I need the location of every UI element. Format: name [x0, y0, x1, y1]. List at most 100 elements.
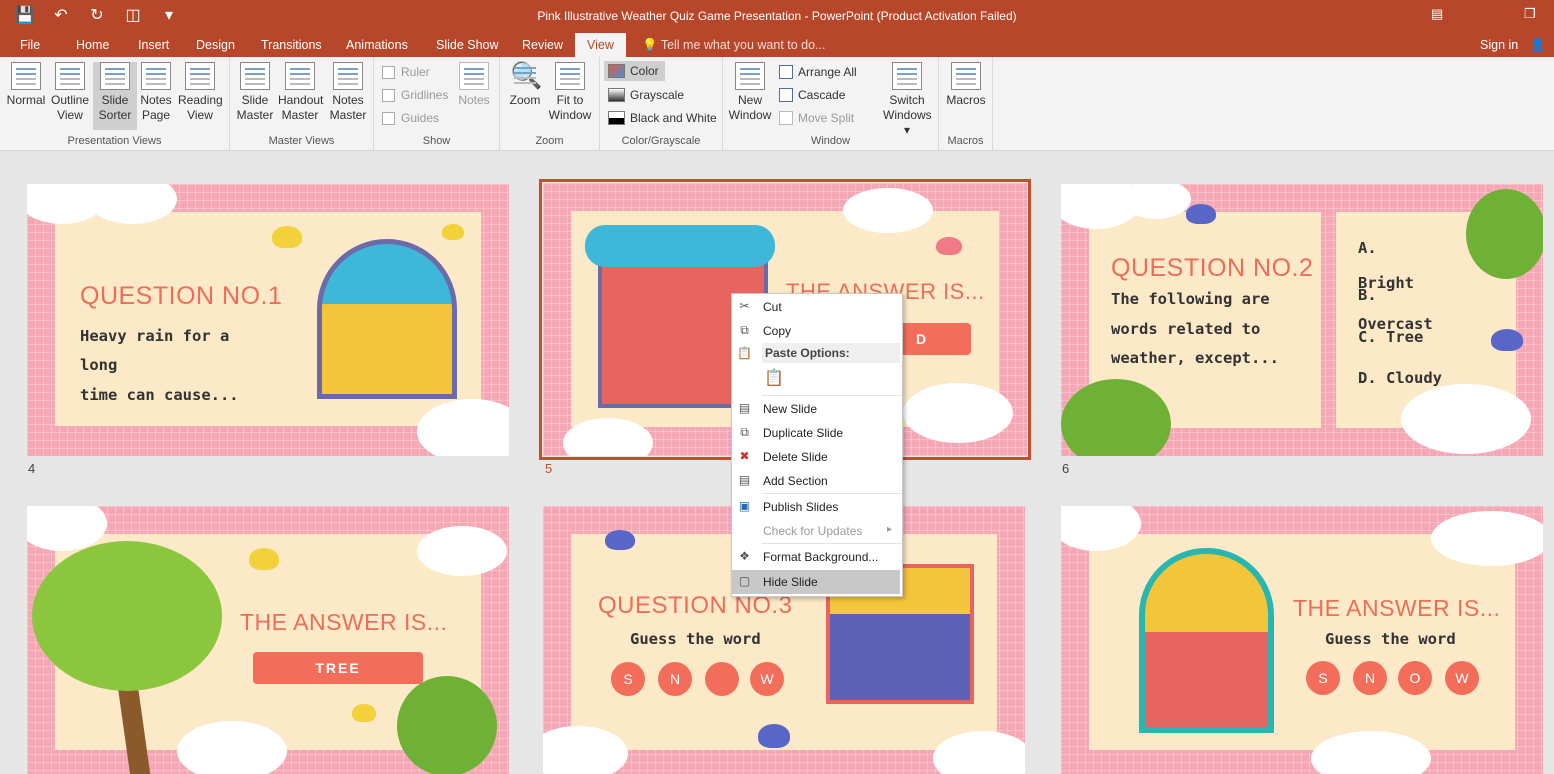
tab-animations[interactable]: Animations	[346, 38, 408, 52]
menu-label: Duplicate Slide	[763, 426, 844, 440]
slide-thumbnail-4[interactable]: QUESTION NO.1 Heavy rain for a long time…	[27, 184, 509, 456]
slide-master-button[interactable]: Slide Master	[233, 62, 277, 123]
restore-icon[interactable]: ❐	[1524, 6, 1536, 22]
letter-circle: N	[1353, 661, 1387, 695]
tab-file[interactable]: File	[20, 38, 40, 52]
pink-bird-icon	[936, 237, 962, 255]
notes-icon	[459, 62, 489, 90]
ribbon-display-icon[interactable]: ▤	[1431, 6, 1443, 22]
group-label: Color/Grayscale	[621, 135, 701, 147]
notes-master-label-1: Notes	[332, 93, 364, 107]
arrange-label: Arrange All	[798, 65, 857, 79]
tree-icon	[32, 541, 222, 691]
delete-slide-icon: ✖	[739, 449, 750, 463]
slide-title: QUESTION NO.1	[80, 282, 283, 310]
notes-master-icon	[333, 62, 363, 90]
yellow-bird-icon	[272, 226, 302, 248]
tab-review[interactable]: Review	[522, 38, 563, 52]
share-icon[interactable]: 👤	[1530, 38, 1546, 53]
guides-label: Guides	[401, 111, 440, 125]
zoom-button[interactable]: 🔍 Zoom	[503, 62, 547, 108]
option-text: D. Cloudy	[1358, 369, 1442, 387]
slide-text-line: words related to	[1111, 320, 1261, 338]
notes-page-button[interactable]: Notes Page	[134, 62, 178, 123]
group-macros: Macros Macros	[939, 57, 993, 150]
menu-item-check-for-updates[interactable]: Check for Updates ▸	[732, 519, 900, 543]
ruler-checkbox[interactable]: Ruler	[382, 65, 430, 79]
menu-item-add-section[interactable]: ▤ Add Section	[732, 469, 900, 493]
slide-sorter-button[interactable]: Slide Sorter	[93, 62, 137, 130]
slide-master-label-2: Master	[236, 108, 274, 122]
macros-button[interactable]: Macros	[944, 62, 988, 108]
group-show: Ruler Gridlines Guides Notes Show	[374, 57, 500, 150]
move-split-button[interactable]: Move Split	[779, 111, 854, 125]
group-window: New Window Arrange All Cascade Move Split…	[723, 57, 939, 150]
slide-title: QUESTION NO.2	[1111, 254, 1314, 282]
tab-home[interactable]: Home	[76, 38, 109, 52]
menu-item-cut[interactable]: ✂ Cut	[732, 295, 900, 319]
normal-view-button[interactable]: Normal	[4, 62, 48, 108]
new-window-button[interactable]: New Window	[728, 62, 772, 123]
window-title: Pink Illustrative Weather Quiz Game Pres…	[537, 9, 1017, 23]
group-label: Show	[422, 135, 451, 147]
tab-design[interactable]: Design	[196, 38, 235, 52]
paste-icon: 📋	[737, 346, 752, 360]
fit-window-icon	[555, 62, 585, 90]
outline-view-button[interactable]: Outline View	[48, 62, 92, 123]
letter-circle	[705, 662, 739, 696]
publish-slides-icon: ▣	[738, 499, 751, 513]
slide-subtitle: Guess the word	[630, 630, 761, 648]
arrange-all-button[interactable]: Arrange All	[779, 65, 857, 79]
paste-keep-formatting-button[interactable]: 📋	[732, 365, 900, 395]
menu-item-hide-slide[interactable]: ▢ Hide Slide	[732, 570, 900, 594]
slide-thumbnail-6[interactable]: QUESTION NO.2 The following are words re…	[1061, 184, 1543, 456]
cloud-icon	[417, 526, 507, 576]
menu-item-publish-slides[interactable]: ▣ Publish Slides	[732, 495, 900, 519]
notes-master-label-2: Master	[329, 108, 367, 122]
tab-slide-show[interactable]: Slide Show	[436, 38, 499, 52]
new-slide-icon: ▤	[738, 401, 751, 415]
format-background-icon: ❖	[739, 549, 750, 563]
title-bar: 💾 ↶ ↻ ◫ ▾ Pink Illustrative Weather Quiz…	[0, 0, 1554, 33]
menu-item-copy[interactable]: ⧉ Copy	[732, 319, 900, 343]
tell-me-search[interactable]: 💡 Tell me what you want to do...	[642, 38, 825, 53]
notes-label: Notes	[458, 93, 490, 107]
slide-text-line: time can cause...	[80, 386, 239, 404]
zoom-label: Zoom	[509, 93, 541, 107]
slide-sorter-icon	[100, 62, 130, 90]
bw-swatch-icon	[608, 111, 625, 125]
menu-item-new-slide[interactable]: ▤ New Slide	[732, 397, 900, 421]
notes-master-button[interactable]: Notes Master	[326, 62, 370, 123]
sign-in-link[interactable]: Sign in	[1480, 38, 1518, 52]
fit-to-window-button[interactable]: Fit to Window	[548, 62, 592, 123]
color-button[interactable]: Color	[604, 61, 665, 81]
switch-windows-button[interactable]: Switch Windows ▾	[883, 62, 932, 138]
new-window-icon	[735, 62, 765, 90]
tab-insert[interactable]: Insert	[138, 38, 169, 52]
blue-bird-icon	[1491, 329, 1523, 351]
ribbon-tabs: File Home Insert Design Transitions Anim…	[0, 33, 1554, 57]
group-zoom: 🔍 Zoom Fit to Window Zoom	[500, 57, 600, 150]
menu-item-duplicate-slide[interactable]: ⧉ Duplicate Slide	[732, 421, 900, 445]
guides-checkbox[interactable]: Guides	[382, 111, 439, 125]
handout-label-1: Handout	[278, 93, 324, 107]
slide-thumbnail-7[interactable]: THE ANSWER IS... TREE	[27, 506, 509, 774]
cloud-icon	[177, 721, 287, 774]
cloud-icon	[843, 188, 933, 233]
handout-master-button[interactable]: Handout Master	[278, 62, 324, 123]
slide-thumbnail-9[interactable]: THE ANSWER IS... Guess the word S N O W	[1061, 506, 1543, 774]
gridlines-checkbox[interactable]: Gridlines	[382, 88, 448, 102]
cascade-button[interactable]: Cascade	[779, 88, 845, 102]
tab-view[interactable]: View	[575, 33, 626, 57]
menu-item-delete-slide[interactable]: ✖ Delete Slide	[732, 445, 900, 469]
outline-label-1: Outline	[50, 93, 90, 107]
notes-button[interactable]: Notes	[452, 62, 496, 108]
black-white-button[interactable]: Black and White	[608, 111, 717, 125]
reading-view-button[interactable]: Reading View	[178, 62, 223, 123]
ruler-label: Ruler	[401, 65, 430, 79]
menu-item-format-background[interactable]: ❖ Format Background...	[732, 545, 900, 569]
grayscale-button[interactable]: Grayscale	[608, 88, 684, 102]
tab-transitions[interactable]: Transitions	[261, 38, 322, 52]
group-color-grayscale: Color Grayscale Black and White Color/Gr…	[600, 57, 723, 150]
menu-label: Check for Updates	[763, 524, 863, 538]
